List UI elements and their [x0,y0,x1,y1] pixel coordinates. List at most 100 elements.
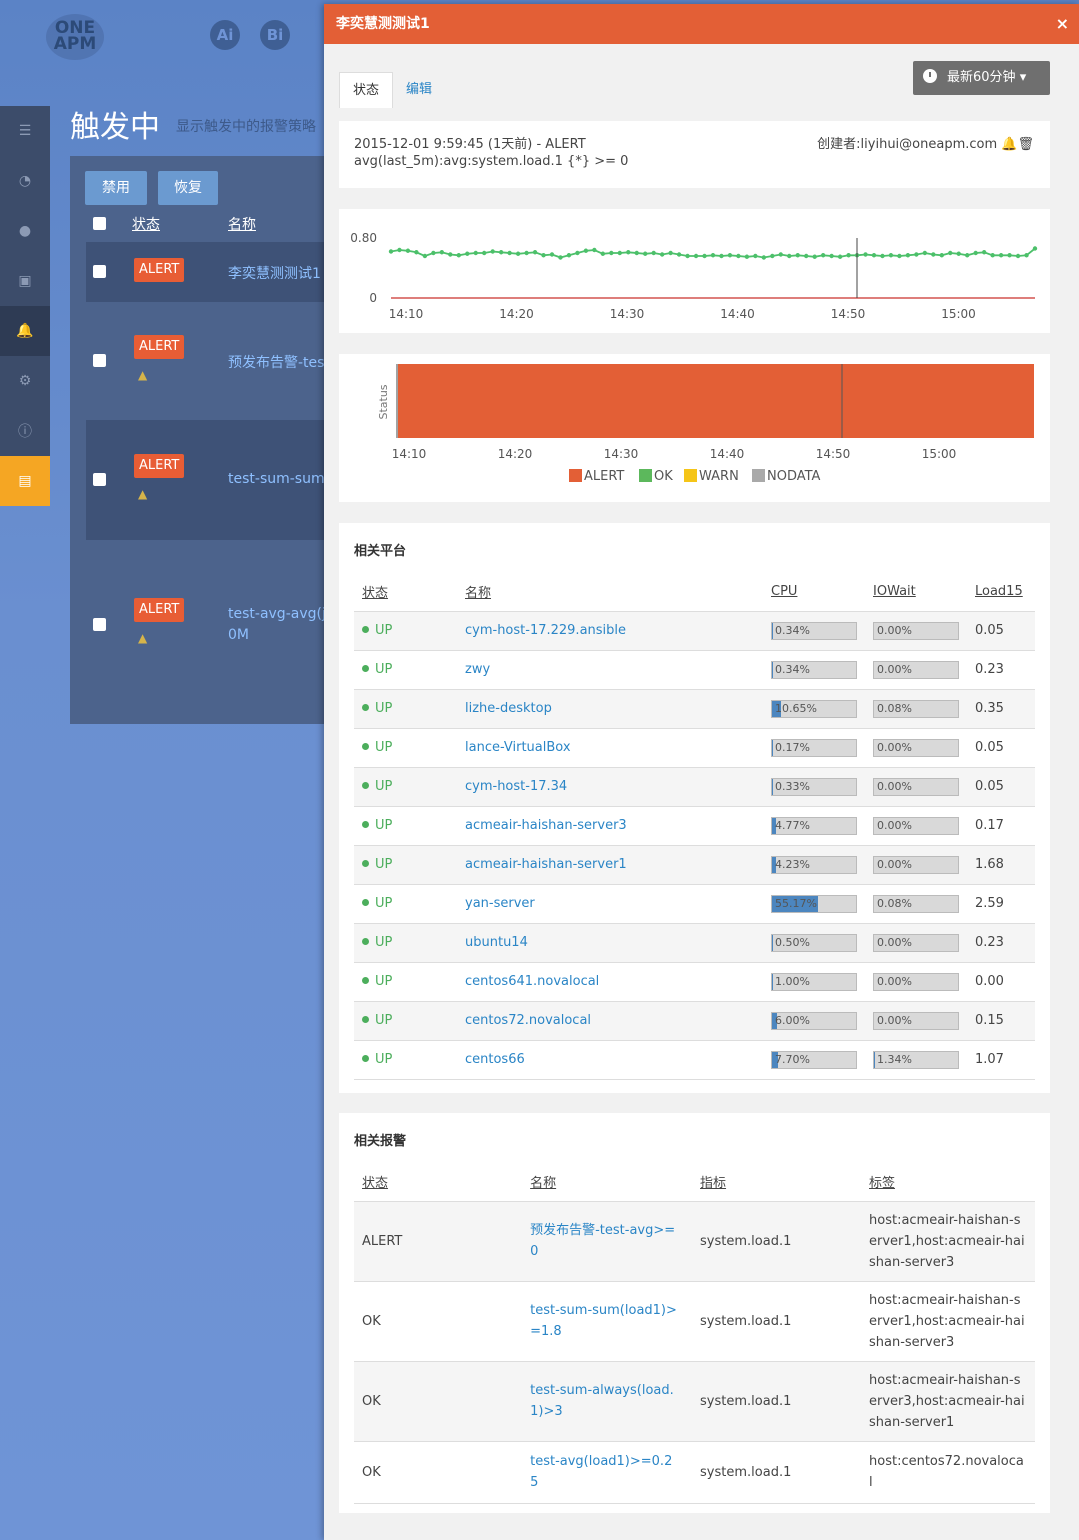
load15-value: 1.07 [967,1040,1035,1080]
x-tick-label: 14:10 [389,307,424,321]
host-name-link[interactable]: ubuntu14 [465,935,528,950]
status-dot-icon [362,743,369,750]
data-point [1015,253,1021,259]
data-point [422,253,428,259]
restore-button[interactable]: 恢复 [158,171,218,205]
data-point [829,253,834,259]
alert-name-link[interactable]: test-avg(load1)>=0.25 [530,1451,680,1493]
alert-tags: host:acmeair-haishan-server1,host:acmeai… [869,1212,1025,1270]
data-point [736,253,741,259]
table-row[interactable]: UP cym-host-17.229.ansible 0.34% 0.00% 0.05 [354,611,1035,651]
table-row[interactable]: UP centos641.novalocal 1.00% 0.00% 0.00 [354,962,1035,1002]
status-header[interactable]: 状态 [132,214,160,234]
help-icon[interactable]: ⓘ [0,406,50,456]
table-row[interactable]: UP ubuntu14 0.50% 0.00% 0.23 [354,923,1035,963]
list-icon[interactable]: ☰ [0,106,50,156]
calendar-icon[interactable]: ▤ [0,456,50,506]
bi-icon[interactable]: Bi [260,20,290,50]
host-name-link[interactable]: cym-host-17.34 [465,779,567,794]
box-icon[interactable]: ▣ [0,256,50,306]
col-status[interactable]: 状态 [354,573,457,612]
data-point [693,253,699,259]
iowait-value: 0.00% [877,857,912,871]
oneapm-logo[interactable]: ONE APM [46,14,104,60]
alert-name-link[interactable]: test-sum-sum(load1)>=1.8 [530,1300,680,1342]
col-status[interactable]: 状态 [354,1163,523,1202]
data-point [905,253,911,258]
alert-name-link[interactable]: 李奕慧测测试1 [228,263,321,283]
row-checkbox[interactable] [93,265,106,278]
time-range-dropdown[interactable]: 最新60分钟 ▾ [913,61,1050,95]
table-row[interactable]: UP zwy 0.34% 0.00% 0.23 [354,650,1035,690]
alert-name-link-cont[interactable]: 0M [228,627,249,643]
close-icon[interactable]: × [1056,4,1069,44]
table-row[interactable]: OK test-sum-sum(load1)>=1.8 system.load.1 h… [354,1281,1035,1362]
alert-name-link[interactable]: 预发布告警-test-avg>=0 [530,1220,680,1262]
status-dot-icon [362,821,369,828]
host-name-link[interactable]: centos66 [465,1052,525,1067]
table-row[interactable]: UP acmeair-haishan-server3 4.77% 0.00% 0.17 [354,806,1035,846]
table-row[interactable]: OK test-avg(load1)>=0.25 system.load.1 host… [354,1441,1035,1504]
host-name-link[interactable]: lance-VirtualBox [465,740,571,755]
col-name[interactable]: 名称 [457,573,763,612]
host-name-link[interactable]: cym-host-17.229.ansible [465,623,626,638]
status-badge: ALERT [134,454,185,478]
select-all-checkbox[interactable] [93,217,106,230]
table-row[interactable]: UP yan-server 55.17% 0.08% 2.59 [354,884,1035,924]
cpu-value: 0.34% [775,623,810,637]
table-row[interactable]: ALERT 预发布告警-test-avg>=0 system.load.1 host:… [354,1201,1035,1282]
gear-icon[interactable]: ⚙ [0,356,50,406]
col-iowait[interactable]: IOWait [865,573,967,612]
alert-name-link[interactable]: 预发布告警-test [228,352,330,372]
ai-icon[interactable]: Ai [210,20,240,50]
host-name-link[interactable]: acmeair-haishan-server1 [465,857,627,872]
col-tags[interactable]: 标签 [861,1163,1035,1202]
cpu-value: 0.33% [775,779,810,793]
row-checkbox[interactable] [93,354,106,367]
row-checkbox[interactable] [93,618,106,631]
name-header[interactable]: 名称 [228,214,256,234]
host-status-text: UP [375,1013,393,1028]
host-name-link[interactable]: centos72.novalocal [465,1013,591,1028]
table-row[interactable]: UP centos72.novalocal 6.00% 0.00% 0.15 [354,1001,1035,1041]
data-point [1024,253,1029,258]
host-name-link[interactable]: yan-server [465,896,535,911]
dashboard-icon[interactable]: ◔ [0,156,50,206]
host-name-link[interactable]: centos641.novalocal [465,974,599,989]
bell-icon[interactable]: 🔔 [0,306,50,356]
table-row[interactable]: UP centos66 7.70% 1.34% 1.07 [354,1040,1035,1080]
alert-event-line: 2015-12-01 9:59:45 (1天前) - ALERT [354,137,586,152]
circle-icon[interactable]: ● [0,206,50,256]
data-point [719,253,724,259]
data-point [778,252,783,257]
host-name-link[interactable]: lizhe-desktop [465,701,552,716]
data-point [914,252,919,257]
trash-icon[interactable]: 🗑 [1017,137,1034,152]
clock-icon [923,69,937,83]
table-row[interactable]: UP cym-host-17.34 0.33% 0.00% 0.05 [354,767,1035,807]
x-tick-label: 15:00 [922,447,957,461]
table-row[interactable]: UP acmeair-haishan-server1 4.23% 0.00% 1.68 [354,845,1035,885]
alert-name-link[interactable]: test-sum-sum(l [228,471,334,487]
cpu-value: 7.70% [775,1052,810,1066]
col-name[interactable]: 名称 [522,1163,693,1202]
table-row[interactable]: UP lance-VirtualBox 0.17% 0.00% 0.05 [354,728,1035,768]
row-checkbox[interactable] [93,473,106,486]
col-cpu[interactable]: CPU [763,573,865,612]
col-metric[interactable]: 指标 [692,1163,861,1202]
table-row[interactable]: OK test-sum-always(load.1)>3 system.load.1… [354,1361,1035,1442]
table-row[interactable]: UP lizhe-desktop 10.65% 0.08% 0.35 [354,689,1035,729]
bell-icon[interactable]: 🔔 [1001,137,1017,152]
load15-value: 0.05 [967,728,1035,768]
alert-name-link[interactable]: test-sum-always(load.1)>3 [530,1380,680,1422]
iowait-value: 0.08% [877,701,912,715]
col-load15[interactable]: Load15 [967,573,1035,612]
related-platforms-card: 相关平台 状态 名称 CPU IOWait Load15 UP cym-host-… [339,523,1050,1093]
alert-detail-modal: 李奕慧测测试1 × 状态 编辑 最新60分钟 ▾ 2015-12-01 9:59… [324,4,1079,1540]
disable-button[interactable]: 禁用 [85,171,147,205]
tab-edit[interactable]: 编辑 [393,72,445,108]
host-name-link[interactable]: zwy [465,662,490,677]
tab-status[interactable]: 状态 [339,72,394,108]
data-point [846,253,851,258]
host-name-link[interactable]: acmeair-haishan-server3 [465,818,627,833]
